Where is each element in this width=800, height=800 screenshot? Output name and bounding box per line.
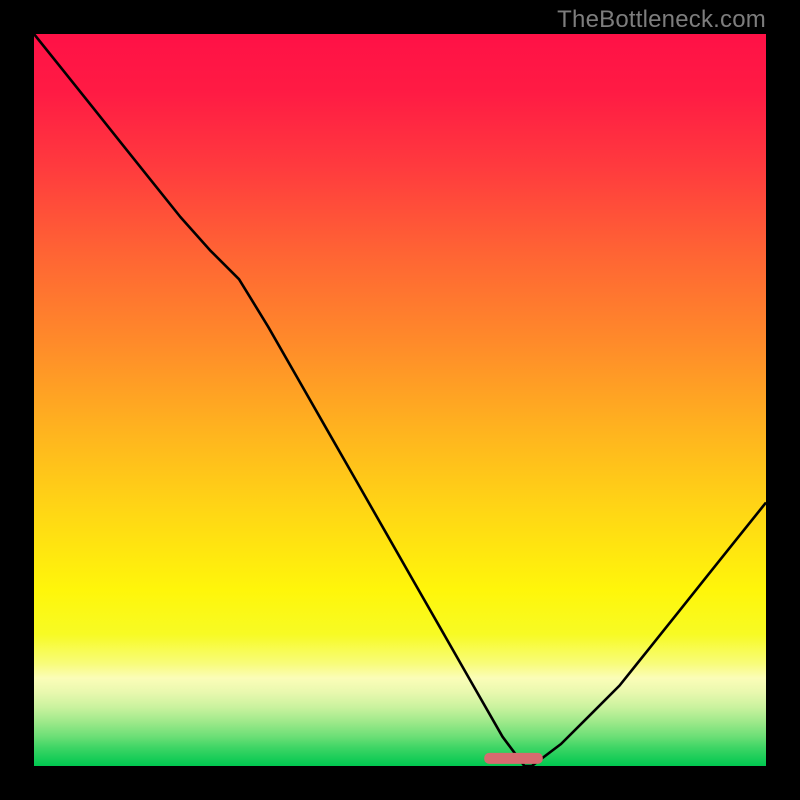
watermark-text: TheBottleneck.com [557,6,766,34]
optimal-marker [484,753,543,764]
chart-frame: TheBottleneck.com [0,0,800,800]
gradient-background [34,34,766,766]
bottleneck-chart [34,34,766,766]
plot-area [34,34,766,766]
